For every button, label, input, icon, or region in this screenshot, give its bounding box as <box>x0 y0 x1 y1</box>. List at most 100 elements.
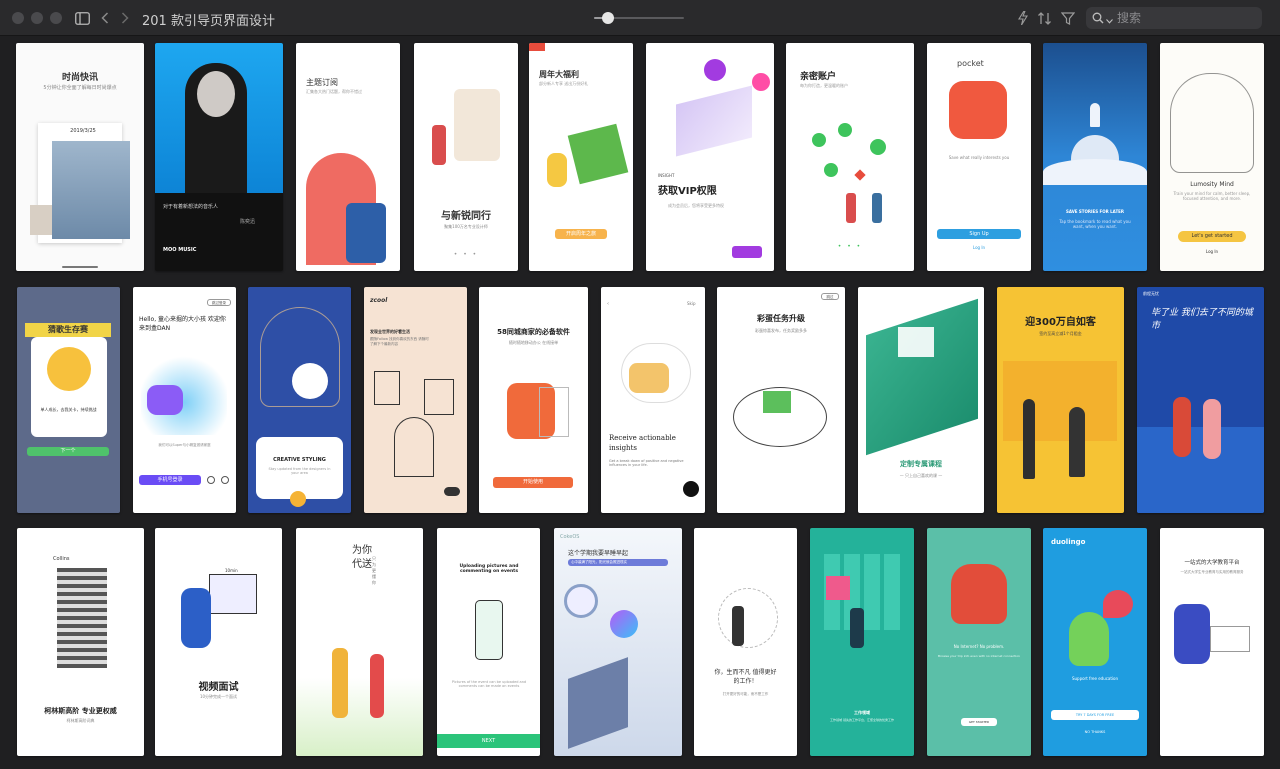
sidebar-toggle-icon[interactable] <box>73 9 91 27</box>
person-illustration <box>547 153 567 187</box>
monitor-illustration <box>209 574 257 614</box>
screen-thumbnail[interactable]: 时尚快讯 5分钟让你全面了解每日时尚爆点 2019/3/25 <box>16 43 144 271</box>
screen-thumbnail[interactable]: No Internet? No problem. Browse your tri… <box>927 528 1031 756</box>
log-in-link[interactable]: Log In <box>927 245 1031 250</box>
node-icon <box>812 133 826 147</box>
screen-thumbnail[interactable]: 周年大福利 部分新人专享 送出万份好礼 开启周年之旅 <box>529 43 633 271</box>
screen-title: 定制专属课程 <box>900 460 942 468</box>
get-started-button[interactable]: Let's get started <box>1178 231 1246 242</box>
screen-thumbnail[interactable]: Lumosity Mind Train your mind for calm, … <box>1160 43 1264 271</box>
bolt-icon[interactable] <box>1014 9 1032 27</box>
screen-thumbnail[interactable]: 对于有着新想法的音乐人 陈奕迅 MOO MUSIC <box>155 43 283 271</box>
zoom-slider[interactable] <box>594 12 684 24</box>
next-button[interactable] <box>732 246 762 258</box>
screen-subtitle: 随时随地移动办公 在线接单 <box>508 340 559 345</box>
screen-thumbnail[interactable]: 58同城商家的必备软件 随时随地移动办公 在线接单 开始使用 <box>479 287 588 513</box>
screen-title: 视频面试 <box>198 682 239 693</box>
screen-thumbnail[interactable]: pocket Save what really interests you Si… <box>927 43 1031 271</box>
zoom-slider-knob[interactable] <box>601 12 614 24</box>
person-illustration <box>332 648 348 718</box>
screen-thumbnail[interactable]: 一站式的大学教育平台 一站式大学生专业教育与实用的教育服务 <box>1160 528 1264 756</box>
screen-thumbnail[interactable]: 跳过 彩蛋任务升级 彩蛋惊喜发布，任务奖励多多 <box>717 287 845 513</box>
minimize-window-button[interactable] <box>31 12 43 24</box>
person-illustration <box>394 417 434 477</box>
skip-button[interactable]: 跳过 <box>821 293 839 300</box>
screen-thumbnail[interactable]: CokeOS 这个学期我要早睡早起 心中装满了阳光，阳光就会照进现实 <box>554 528 682 756</box>
sort-icon[interactable] <box>1036 9 1054 27</box>
screen-thumbnail[interactable]: zcool 发现全世界的好看生活 跟随Follow 找到你喜欢的东西 请随时了解… <box>364 287 467 513</box>
screen-title: SAVE STORIES FOR LATER <box>1066 209 1124 214</box>
screen-thumbnail[interactable]: 工作领域 工作领域 领先的工作平台，汇聚全球的优秀工作 <box>810 528 914 756</box>
screen-thumbnail[interactable]: duolingo Support free education TRY 7 DA… <box>1043 528 1147 756</box>
filter-icon[interactable] <box>1059 9 1077 27</box>
screen-thumbnail[interactable]: 你，生而不凡 值得更好的工作！ 打开更好的可能，而不是工作 <box>694 528 797 756</box>
brand-logo: CokeOS <box>560 534 580 540</box>
screen-subtitle: Save what really interests you <box>948 155 1010 160</box>
chevron-down-icon[interactable] <box>1106 9 1113 28</box>
log-in-link[interactable]: Log In <box>1160 249 1264 254</box>
next-arrow-icon[interactable] <box>290 491 306 507</box>
get-started-button[interactable]: GET STARTED <box>961 718 997 726</box>
screen-subtitle: 心中装满了阳光，阳光就会照进现实 <box>568 559 668 566</box>
screen-thumbnail[interactable]: 跳过登录 Hello, 童心来掘的大小孩 欢迎你来到盒DAN 我们可以Super… <box>133 287 236 513</box>
model-photo <box>30 205 52 235</box>
forward-icon[interactable] <box>116 9 134 27</box>
free-trial-button[interactable]: TRY 7 DAYS FOR FREE <box>1051 710 1139 720</box>
start-button[interactable]: 开启周年之旅 <box>555 229 607 239</box>
screen-thumbnail[interactable]: 10min 视频面试 10分钟完成一个面试 <box>155 528 282 756</box>
screen-thumbnail[interactable]: ‹ Skip Receive actionable insights Get a… <box>601 287 705 513</box>
screen-thumbnail[interactable]: 与新锐同行 聚集100万名专业设计师 • • • <box>414 43 518 271</box>
screen-thumbnail[interactable]: CREATIVE STYLING Stay updated from the d… <box>248 287 351 513</box>
frame-illustration <box>374 371 400 405</box>
next-button[interactable] <box>444 487 460 496</box>
person-illustration <box>629 363 669 393</box>
back-icon[interactable]: ‹ <box>607 301 609 307</box>
zoom-window-button[interactable] <box>50 12 62 24</box>
sign-up-button[interactable]: Sign Up <box>937 229 1021 239</box>
screen-title: Lumosity Mind <box>1190 181 1234 188</box>
screen-title: Uploading pictures and commenting on eve… <box>459 564 519 574</box>
next-button[interactable]: NEXT <box>437 734 540 748</box>
person-illustration <box>1174 604 1210 664</box>
tile-icon <box>826 576 850 600</box>
person-illustration <box>732 606 744 646</box>
card-illustration <box>676 85 752 157</box>
window-title: 201 款引导页界面设计 <box>142 14 275 29</box>
screen-title: 为你代送 <box>352 545 372 570</box>
person-illustration <box>1023 399 1035 479</box>
weibo-icon[interactable] <box>221 476 229 484</box>
search-input[interactable] <box>1117 11 1247 25</box>
wechat-icon[interactable] <box>207 476 215 484</box>
screen-thumbnail[interactable]: Collins 柯林斯高阶 专业更权威 柯林斯高阶词典 <box>17 528 144 756</box>
next-arrow-icon[interactable] <box>683 481 699 497</box>
close-window-button[interactable] <box>12 12 24 24</box>
screen-thumbnail[interactable]: 猜歌生存赛 单人成长，去我关卡，持续挑战 下一个 <box>17 287 120 513</box>
screen-title: 主题订阅 <box>306 78 338 87</box>
next-button[interactable]: 下一个 <box>27 447 109 456</box>
screen-thumbnail[interactable]: SAVE STORIES FOR LATER Tap the bookmark … <box>1043 43 1147 271</box>
page-indicator: • • • <box>453 251 479 258</box>
start-button[interactable]: 开始使用 <box>493 477 573 488</box>
person-illustration <box>949 81 1007 139</box>
skip-button[interactable]: Skip <box>687 301 696 306</box>
skip-login-button[interactable]: 跳过登录 <box>207 299 231 306</box>
screen-thumbnail[interactable]: 为你代送 只为更懂你 <box>296 528 423 756</box>
screen-thumbnail[interactable]: 迎300万自如客 签约至高立减1个月租金 <box>997 287 1124 513</box>
screen-thumbnail[interactable]: 前程无忧 毕了业 我们去了不同的城市 <box>1137 287 1264 513</box>
screen-thumbnail[interactable]: INSIGHT 获取VIP权限 成为会员后，您将享受更多特权 <box>646 43 774 271</box>
phone-login-button[interactable]: 手机号登录 <box>139 475 201 485</box>
home-indicator <box>62 266 98 268</box>
screen-thumbnail[interactable]: Uploading pictures and commenting on eve… <box>437 528 540 756</box>
screen-thumbnail[interactable]: 主题订阅 汇集各大热门话题，帮你不错过 <box>296 43 400 271</box>
no-thanks-link[interactable]: NO THANKS <box>1043 730 1147 734</box>
screen-subtitle: Tap the bookmark to read what you want, … <box>1059 219 1131 229</box>
screen-title: Receive actionable insights <box>609 434 676 452</box>
screen-subtitle: Browse your trip info even with no inter… <box>938 654 1020 658</box>
phone-illustration <box>475 600 503 660</box>
search-box[interactable] <box>1086 7 1262 29</box>
screen-thumbnail[interactable]: 定制专属课程 — 只上自己喜欢的课 — <box>858 287 984 513</box>
screen-subtitle: Pictures of the event can be uploaded an… <box>451 680 527 688</box>
frame-illustration <box>424 379 454 415</box>
back-icon[interactable] <box>96 9 114 27</box>
screen-thumbnail[interactable]: 亲密账户 每为你打造，更温暖的账户 • • • <box>786 43 914 271</box>
